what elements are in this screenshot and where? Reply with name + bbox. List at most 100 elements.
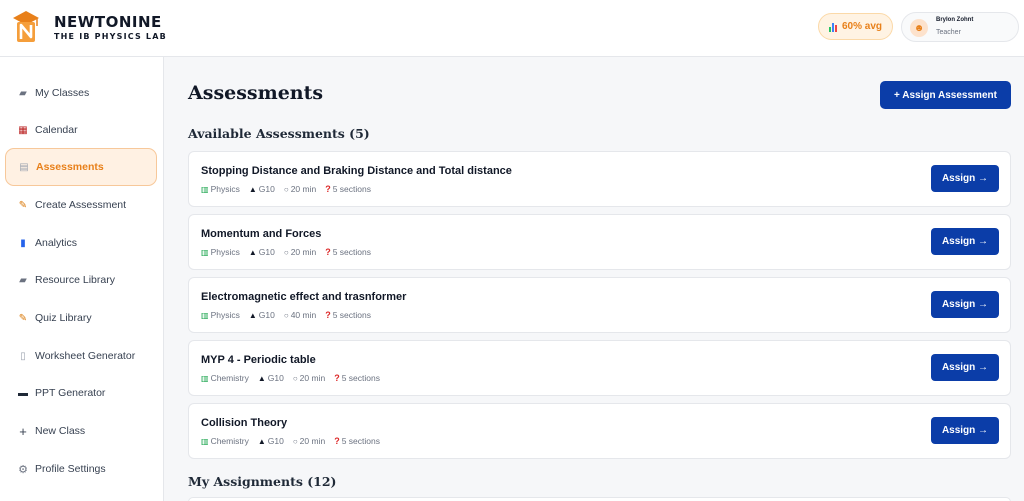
sidebar: ▰ My Classes ▦ Calendar ▤ Assessments ✎ … — [0, 57, 164, 501]
sidebar-item-assessments[interactable]: ▤ Assessments — [5, 148, 157, 186]
my-assignments-heading: My Assignments (12) — [188, 474, 337, 489]
sidebar-item-label: Resource Library — [35, 274, 115, 286]
brand-name: NEWTONINE — [54, 13, 162, 31]
books-icon: ▥ — [201, 310, 209, 320]
sidebar-item-label: Worksheet Generator — [35, 350, 136, 362]
sidebar-item-label: Quiz Library — [35, 312, 92, 324]
avatar: ☻ — [910, 19, 928, 37]
assessment-meta: ▥ Physics ▲ G10 ○ 20 min ? 5 sections — [201, 184, 371, 194]
assign-button[interactable]: Assign → — [931, 228, 999, 255]
newtonine-logo-icon[interactable] — [12, 10, 40, 44]
notepad-icon: ✎ — [18, 312, 28, 324]
assign-button[interactable]: Assign → — [931, 291, 999, 318]
calendar-icon: ▦ — [18, 124, 28, 136]
brand[interactable]: NEWTONINE THE IB PHYSICS LAB — [54, 13, 167, 43]
question-mark-icon: ? — [334, 373, 340, 383]
top-header: NEWTONINE THE IB PHYSICS LAB 60% avg ☻ B… — [0, 0, 1024, 57]
question-mark-icon: ? — [325, 247, 331, 257]
assessment-card: Electromagnetic effect and trasnformer ▥… — [188, 277, 1011, 333]
assessment-subject: Chemistry — [210, 436, 249, 446]
brand-subtitle: THE IB PHYSICS LAB — [54, 32, 167, 41]
sidebar-item-calendar[interactable]: ▦ Calendar — [5, 111, 157, 149]
question-mark-icon: ? — [325, 184, 331, 194]
document-icon: ▯ — [20, 350, 26, 362]
assign-button[interactable]: Assign → — [931, 354, 999, 381]
folder-icon: ▰ — [19, 87, 27, 99]
assessment-card: Stopping Distance and Braking Distance a… — [188, 151, 1011, 207]
assessment-meta: ▥ Physics ▲ G10 ○ 20 min ? 5 sections — [201, 247, 371, 257]
sidebar-item-quiz-library[interactable]: ✎ Quiz Library — [5, 299, 157, 337]
question-mark-icon: ? — [334, 436, 340, 446]
books-icon: ▥ — [201, 184, 209, 194]
sidebar-item-label: Create Assessment — [35, 199, 127, 211]
books-icon: ▥ — [201, 436, 209, 446]
assessment-grade: G10 — [267, 373, 284, 383]
average-score-badge[interactable]: 60% avg — [818, 13, 893, 40]
plus-icon: + — [19, 423, 27, 439]
assessment-sections: 5 sections — [332, 310, 371, 320]
clipboard-icon: ▤ — [19, 161, 29, 173]
graduation-cap-icon: ▲ — [257, 373, 266, 383]
sidebar-item-new-class[interactable]: + New Class — [5, 412, 157, 450]
assessment-sections: 5 sections — [341, 373, 380, 383]
assessment-card: Collision Theory ▥ Chemistry ▲ G10 ○ 20 min… — [188, 403, 1011, 459]
assessment-title: Collision Theory — [201, 417, 288, 429]
assessment-subject: Physics — [210, 247, 240, 257]
assessment-card: MYP 4 - Periodic table ▥ Chemistry ▲ G10 ○… — [188, 340, 1011, 396]
assessment-sections: 5 sections — [332, 247, 371, 257]
sidebar-item-my-classes[interactable]: ▰ My Classes — [5, 74, 157, 112]
graduation-cap-icon: ▲ — [248, 247, 257, 257]
assign-button[interactable]: Assign → — [931, 417, 999, 444]
assessment-meta: ▥ Chemistry ▲ G10 ○ 20 min ? 5 sections — [201, 436, 380, 446]
pencil-icon: ✎ — [18, 199, 28, 211]
assessment-duration: 20 min — [299, 436, 326, 446]
user-role: Teacher — [936, 29, 961, 36]
sidebar-item-profile-settings[interactable]: ⚙ Profile Settings — [5, 450, 157, 488]
assessment-title: Electromagnetic effect and trasnformer — [201, 291, 407, 303]
books-icon: ▥ — [201, 247, 209, 257]
assessment-duration: 20 min — [290, 184, 317, 194]
user-profile-menu[interactable]: ☻ Brylon Zohnt Teacher — [901, 12, 1019, 42]
average-score-label: 60% avg — [841, 21, 883, 32]
page-title: Assessments — [188, 82, 324, 104]
sidebar-item-resource-library[interactable]: ▰ Resource Library — [5, 261, 157, 299]
sidebar-item-ppt-generator[interactable]: ▬ PPT Generator — [5, 374, 157, 412]
sidebar-item-label: Profile Settings — [35, 463, 106, 475]
sidebar-item-analytics[interactable]: ▮ Analytics — [5, 224, 157, 262]
sidebar-item-label: Assessments — [36, 161, 104, 173]
assessment-grade: G10 — [258, 310, 275, 320]
assessment-duration: 40 min — [290, 310, 317, 320]
assessment-duration: 20 min — [290, 247, 317, 257]
assessment-subject: Chemistry — [210, 373, 249, 383]
assessment-sections: 5 sections — [341, 436, 380, 446]
sidebar-item-create-assessment[interactable]: ✎ Create Assessment — [5, 186, 157, 224]
assessment-subject: Physics — [210, 184, 240, 194]
assessment-grade: G10 — [258, 184, 275, 194]
folder-icon: ▰ — [19, 274, 27, 286]
graduation-cap-icon: ▲ — [248, 184, 257, 194]
assessment-meta: ▥ Physics ▲ G10 ○ 40 min ? 5 sections — [201, 310, 371, 320]
sidebar-item-label: My Classes — [35, 87, 90, 99]
gear-icon: ⚙ — [18, 463, 28, 476]
clock-icon: ○ — [292, 373, 298, 383]
assessment-sections: 5 sections — [332, 184, 371, 194]
monitor-icon: ▬ — [18, 387, 28, 399]
assign-assessment-button[interactable]: + Assign Assessment — [880, 81, 1011, 109]
assessment-grade: G10 — [258, 247, 275, 257]
sidebar-item-label: Calendar — [35, 124, 78, 136]
assessment-meta: ▥ Chemistry ▲ G10 ○ 20 min ? 5 sections — [201, 373, 380, 383]
assignment-card — [188, 497, 1011, 501]
clock-icon: ○ — [283, 247, 289, 257]
sidebar-item-label: New Class — [35, 425, 86, 437]
bar-chart-icon: ▮ — [20, 237, 26, 249]
assessment-card: Momentum and Forces ▥ Physics ▲ G10 ○ 20 mi… — [188, 214, 1011, 270]
graduation-cap-icon: ▲ — [257, 436, 266, 446]
sidebar-item-worksheet-generator[interactable]: ▯ Worksheet Generator — [5, 337, 157, 375]
assessment-title: Stopping Distance and Braking Distance a… — [201, 165, 512, 177]
assign-button[interactable]: Assign → — [931, 165, 999, 192]
graduation-cap-icon: ▲ — [248, 310, 257, 320]
assessment-subject: Physics — [210, 310, 240, 320]
question-mark-icon: ? — [325, 310, 331, 320]
sidebar-item-label: Analytics — [35, 237, 78, 249]
clock-icon: ○ — [292, 436, 298, 446]
